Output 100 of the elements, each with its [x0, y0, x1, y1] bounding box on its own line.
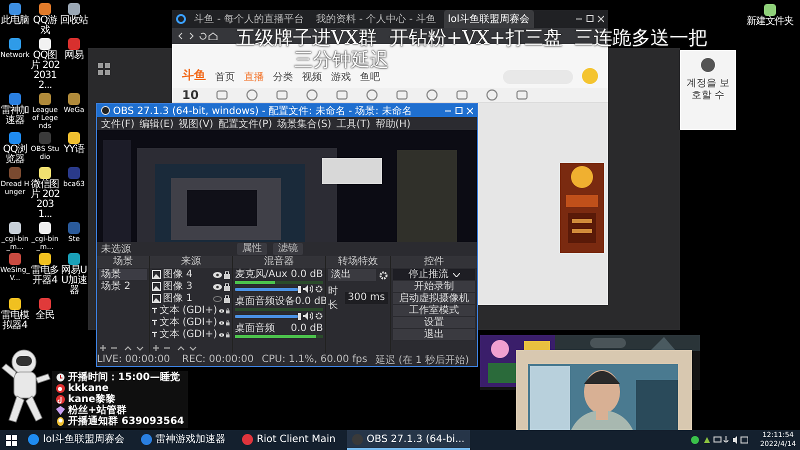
source-name[interactable]: 文本 (GDI+): [159, 329, 218, 340]
avatar-icon[interactable]: [701, 58, 715, 72]
control-button[interactable]: 设置: [393, 317, 475, 328]
taskbar-item[interactable]: lol斗鱼联盟周赛会: [23, 430, 130, 450]
start-icon[interactable]: [6, 434, 17, 446]
menu-item[interactable]: 帮助(H): [375, 116, 411, 130]
settings-icon[interactable]: [315, 312, 323, 320]
icon-label: 微信图片 2022031...: [30, 180, 60, 220]
nav-link[interactable]: 分类: [273, 70, 293, 84]
taskbar-item[interactable]: 雷神游戏加速器: [136, 430, 231, 450]
eye-icon[interactable]: [219, 308, 224, 314]
circle-icon[interactable]: [244, 89, 259, 101]
scene-item[interactable]: 场景: [99, 269, 147, 280]
menu-item[interactable]: 视图(V): [178, 116, 214, 130]
app-icon[interactable]: [39, 222, 51, 234]
app-icon: [101, 106, 110, 115]
dock-title: 控件: [391, 256, 477, 268]
control-button[interactable]: 开始录制: [393, 281, 475, 292]
app-icon[interactable]: [39, 38, 51, 50]
source-name[interactable]: 图像 1: [163, 293, 211, 304]
circle-icon[interactable]: [364, 89, 379, 101]
volume-slider[interactable]: [235, 286, 301, 292]
toolbar-button[interactable]: 属性: [237, 243, 267, 255]
menu-item[interactable]: 配置文件(P): [218, 116, 272, 130]
icon-label: YY语: [62, 145, 86, 155]
app-icon[interactable]: [9, 132, 21, 144]
navigation-icon[interactable]: [178, 32, 218, 40]
lock-icon[interactable]: [224, 294, 230, 302]
transition-select[interactable]: 淡出: [328, 269, 376, 281]
control-button[interactable]: 退出: [393, 329, 475, 340]
stream-button[interactable]: 停止推流: [393, 269, 475, 280]
browser-tab[interactable]: lol斗鱼联盟周赛会: [444, 10, 534, 28]
text-icon: [152, 330, 158, 339]
window-controls-icon[interactable]: [576, 15, 604, 23]
lock-icon[interactable]: [224, 282, 230, 290]
square-icon[interactable]: [274, 89, 289, 101]
nav-link[interactable]: 首页: [215, 70, 235, 84]
eye-icon[interactable]: [213, 272, 222, 278]
app-icon[interactable]: [68, 253, 80, 265]
scene-item[interactable]: 场景 2: [99, 281, 147, 292]
app-icon[interactable]: [9, 298, 21, 310]
app-icon[interactable]: [39, 3, 51, 15]
app-icon[interactable]: [39, 253, 51, 265]
lock-icon[interactable]: [226, 330, 230, 338]
menu-item[interactable]: 编辑(E): [140, 116, 174, 130]
nav-link[interactable]: 游戏: [331, 70, 351, 84]
browser-tab[interactable]: 我的资料 - 个人中心 - 斗鱼: [312, 10, 440, 28]
menu-item[interactable]: 工具(T): [336, 116, 370, 130]
taskbar-item[interactable]: Riot Client Main: [236, 430, 341, 450]
window-controls-icon[interactable]: [445, 106, 473, 114]
lock-icon[interactable]: [226, 306, 230, 314]
menu-item[interactable]: 文件(F): [101, 116, 135, 130]
square-icon[interactable]: [454, 89, 469, 101]
square-icon[interactable]: [214, 89, 229, 101]
square-icon[interactable]: [514, 89, 529, 101]
app-icon[interactable]: [9, 222, 21, 234]
source-name[interactable]: 图像 4: [163, 269, 211, 280]
source-name[interactable]: 文本 (GDI+): [159, 305, 218, 316]
control-button[interactable]: 启动虚拟摄像机: [393, 293, 475, 304]
notice-text: 계정을 보호할 수: [685, 78, 731, 102]
control-button[interactable]: 工作室模式: [393, 305, 475, 316]
volume-slider[interactable]: [235, 312, 301, 320]
eye-icon[interactable]: [219, 320, 224, 326]
speaker-icon[interactable]: [303, 312, 313, 320]
settings-icon[interactable]: [315, 285, 323, 293]
taskbar-label: OBS 27.1.3 (64-bi...: [366, 434, 465, 444]
source-name[interactable]: 文本 (GDI+): [159, 317, 218, 328]
app-icon[interactable]: [39, 93, 51, 105]
window-title: OBS 27.1.3 (64-bit, windows) - 配置文件: 未命名 - 场景: 未命名: [113, 104, 413, 118]
app-icon[interactable]: [68, 93, 80, 105]
lock-icon[interactable]: [224, 270, 230, 278]
circle-icon[interactable]: [304, 89, 319, 101]
app-icon[interactable]: [9, 38, 21, 50]
clock-icon: [56, 373, 65, 382]
duration-field[interactable]: 300 ms: [344, 292, 388, 304]
eye-icon[interactable]: [219, 332, 224, 338]
settings-icon[interactable]: [379, 270, 388, 280]
icon-label: 全民: [34, 311, 56, 321]
eye-icon[interactable]: [213, 284, 222, 290]
overlay-text: 开播通知群 639093564: [68, 416, 184, 427]
speaker-icon[interactable]: [303, 285, 313, 293]
app-icon[interactable]: [68, 3, 80, 15]
menu-item[interactable]: 场景集合(S): [277, 116, 332, 130]
source-name[interactable]: 图像 3: [163, 281, 211, 292]
app-icon[interactable]: [9, 3, 21, 15]
tray-icons[interactable]: [690, 435, 748, 445]
circle-icon[interactable]: [484, 89, 499, 101]
app-icon[interactable]: [68, 132, 80, 144]
overlay-text: 粉丝+站管群: [68, 405, 126, 416]
square-icon[interactable]: [394, 89, 409, 101]
grid-icon[interactable]: [98, 63, 110, 75]
circle-icon[interactable]: [424, 89, 439, 101]
taskbar-item[interactable]: OBS 27.1.3 (64-bi...: [346, 430, 470, 450]
browser-tab[interactable]: 斗鱼 - 每个人的直播平台: [190, 10, 308, 28]
nav-link[interactable]: 鱼吧: [360, 70, 380, 84]
toolbar-button[interactable]: 滤镜: [273, 243, 303, 255]
nav-link[interactable]: 视频: [302, 70, 322, 84]
lock-icon[interactable]: [226, 318, 230, 326]
square-icon[interactable]: [334, 89, 349, 101]
app-icon[interactable]: [39, 167, 51, 179]
